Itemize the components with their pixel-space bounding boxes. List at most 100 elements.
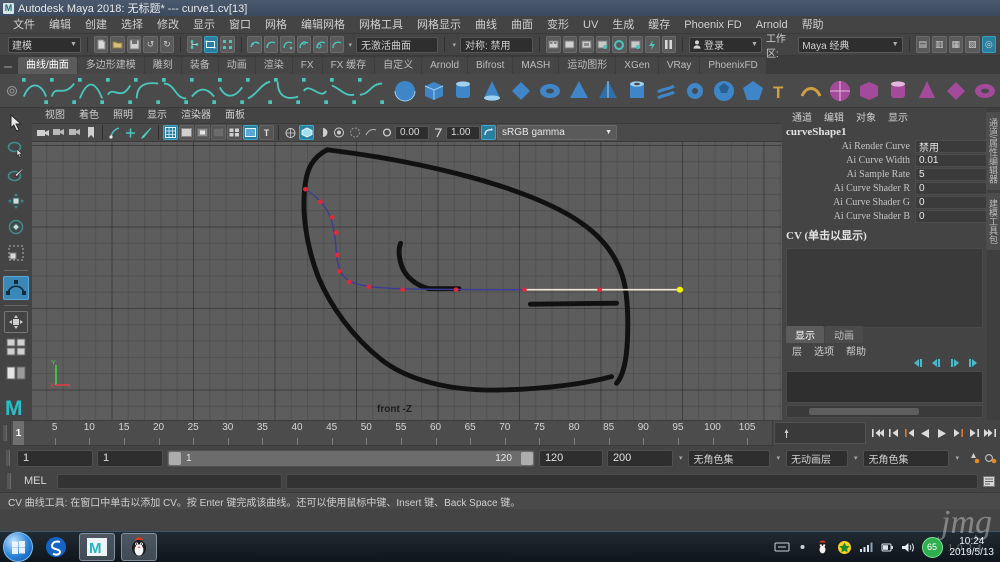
select-by-hierarchy-button[interactable] <box>187 36 202 53</box>
workspace-dropdown[interactable]: Maya 经典 ▼ <box>798 36 903 53</box>
character-set-dropdown[interactable]: 无角色集 <box>688 449 771 467</box>
shelf-tab-3[interactable]: 装备 <box>181 57 218 74</box>
menu-item-16[interactable]: 缓存 <box>641 16 677 34</box>
taskbar-item-sogou[interactable] <box>39 534 73 560</box>
shelf-helix-icon[interactable] <box>653 78 679 104</box>
step-back-frame-button[interactable] <box>903 427 916 440</box>
scale-tool[interactable] <box>3 241 29 265</box>
layer-editor-menu-1[interactable]: 选项 <box>808 343 840 358</box>
channelbox-attr-value[interactable]: 禁用 <box>915 140 987 154</box>
range-slider-right-handle[interactable] <box>520 451 533 465</box>
command-line-grip[interactable] <box>4 473 14 489</box>
start-button[interactable] <box>3 532 33 562</box>
render-sequence-button[interactable] <box>595 36 611 53</box>
show-render-view-button[interactable] <box>546 36 561 53</box>
snap-tool[interactable] <box>4 311 28 333</box>
new-scene-button[interactable] <box>93 36 109 53</box>
shelf-curve-icon-9[interactable] <box>274 77 300 104</box>
gamma-icon[interactable] <box>430 125 445 140</box>
menu-item-9[interactable]: 网格工具 <box>352 16 410 34</box>
animation-preferences-icon[interactable] <box>984 452 997 464</box>
shelf-options-icon[interactable] <box>4 78 20 104</box>
shelf-svg-icon[interactable] <box>798 78 824 104</box>
shelf-plane-icon[interactable] <box>508 78 534 104</box>
tray-network-icon[interactable] <box>859 541 874 553</box>
channelbox-cv-row[interactable]: CV (单击以显示) <box>782 224 987 246</box>
shelf-tab-2[interactable]: 雕刻 <box>144 57 181 74</box>
menu-item-4[interactable]: 修改 <box>150 16 186 34</box>
channelbox-attr-value[interactable]: 0 <box>915 182 987 195</box>
shelf-tab-9[interactable]: Arnold <box>422 57 468 74</box>
shelf-tab-13[interactable]: XGen <box>616 57 658 74</box>
channelbox-attr-label[interactable]: Ai Curve Shader B <box>782 211 915 222</box>
layout-persp-button[interactable] <box>3 361 29 385</box>
use-default-lighting-icon[interactable] <box>283 125 298 140</box>
time-slider-track[interactable]: 1 5 10 15 20 25 30 35 40 45 50 55 60 65 70 75 80 85 90 95 1… <box>10 420 773 446</box>
shelf-curve-icon-11[interactable] <box>330 77 356 104</box>
taskbar-item-qq[interactable] <box>121 533 157 561</box>
channelbox-menu-0[interactable]: 通道 <box>786 109 818 124</box>
shelf-tab-1[interactable]: 多边形建模 <box>77 57 144 74</box>
sidebar-toggle-tool-button[interactable]: ▦ <box>948 36 964 53</box>
move-tool[interactable] <box>3 189 29 213</box>
undo-button[interactable]: ↺ <box>143 36 158 53</box>
use-all-lights-icon[interactable] <box>299 125 314 140</box>
tray-battery-percent-badge[interactable]: 65 <box>921 536 943 558</box>
open-scene-button[interactable] <box>110 36 125 53</box>
snap-to-curve-button[interactable] <box>263 36 279 53</box>
channelbox-menu-3[interactable]: 显示 <box>882 109 914 124</box>
two-d-pan-zoom-icon[interactable] <box>123 125 138 140</box>
exposure-icon[interactable] <box>379 125 394 140</box>
range-slider-bar[interactable]: 1 120 <box>168 450 534 466</box>
select-camera-icon[interactable] <box>35 125 50 140</box>
shelf-tab-6[interactable]: FX <box>292 57 322 74</box>
hypershade-button[interactable] <box>628 36 644 53</box>
viewport-menu-2[interactable]: 照明 <box>106 108 140 123</box>
shelf-text-icon[interactable]: T <box>769 78 795 104</box>
shelf-curve-icon-6[interactable] <box>190 77 216 104</box>
rotate-tool[interactable] <box>3 215 29 239</box>
tray-battery-icon[interactable] <box>881 541 894 554</box>
chevron-down-icon[interactable]: ▾ <box>852 454 860 462</box>
step-forward-frame-button[interactable] <box>951 427 964 440</box>
ipr-render-button[interactable] <box>579 36 594 53</box>
shelf-curve-icon-2[interactable] <box>78 77 104 104</box>
smooth-shade-selected-icon[interactable] <box>195 125 210 140</box>
layer-editor-menu-0[interactable]: 层 <box>786 343 808 358</box>
channelbox-attr-value[interactable]: 5 <box>915 168 987 181</box>
anti-aliasing-icon[interactable] <box>347 125 362 140</box>
go-to-start-button[interactable] <box>871 427 884 440</box>
sidebar-toggle-attribute-button[interactable]: ▥ <box>932 36 947 53</box>
select-by-component-button[interactable] <box>220 36 235 53</box>
viewport-menu-1[interactable]: 着色 <box>72 108 106 123</box>
paint-select-tool[interactable] <box>3 163 29 187</box>
grease-pencil-icon[interactable] <box>139 125 154 140</box>
channelbox-attr-value[interactable]: 0 <box>915 196 987 209</box>
menu-item-14[interactable]: UV <box>576 16 605 34</box>
render-current-frame-button[interactable] <box>562 36 578 53</box>
menu-item-7[interactable]: 网格 <box>258 16 294 34</box>
redo-button[interactable]: ↻ <box>159 36 175 53</box>
auto-key-icon[interactable] <box>967 452 980 464</box>
shelf-tab-0[interactable]: 曲线/曲面 <box>18 57 77 74</box>
menu-item-1[interactable]: 编辑 <box>42 16 78 34</box>
menu-item-12[interactable]: 曲面 <box>504 16 540 34</box>
sidebar-toggle-channelbox-button[interactable]: ▤ <box>915 36 931 53</box>
play-backwards-button[interactable] <box>919 427 932 440</box>
channelbox-attr-value[interactable]: 0 <box>915 210 987 223</box>
shadows-icon[interactable] <box>315 125 330 140</box>
menu-item-17[interactable]: Phoenix FD <box>677 16 748 34</box>
live-surface-field[interactable]: 无激活曲面 <box>355 36 438 53</box>
layer-editor-tab-1[interactable]: 动画 <box>825 326 863 343</box>
channelbox-attr-label[interactable]: Ai Curve Shader R <box>782 183 915 194</box>
menu-item-3[interactable]: 选择 <box>114 16 150 34</box>
viewport-canvas[interactable]: X Y front -Z <box>32 142 782 420</box>
sidebar-toggle-outliner-button[interactable]: ▧ <box>965 36 980 53</box>
bookmark-icon[interactable] <box>83 125 98 140</box>
menu-item-5[interactable]: 显示 <box>186 16 222 34</box>
shelf-tab-8[interactable]: 自定义 <box>375 57 422 74</box>
wireframe-shading-icon[interactable] <box>163 125 178 140</box>
viewport-menu-0[interactable]: 视图 <box>38 108 72 123</box>
chevron-down-icon[interactable]: ▾ <box>774 454 782 462</box>
shelf-tab-12[interactable]: 运动图形 <box>559 57 616 74</box>
